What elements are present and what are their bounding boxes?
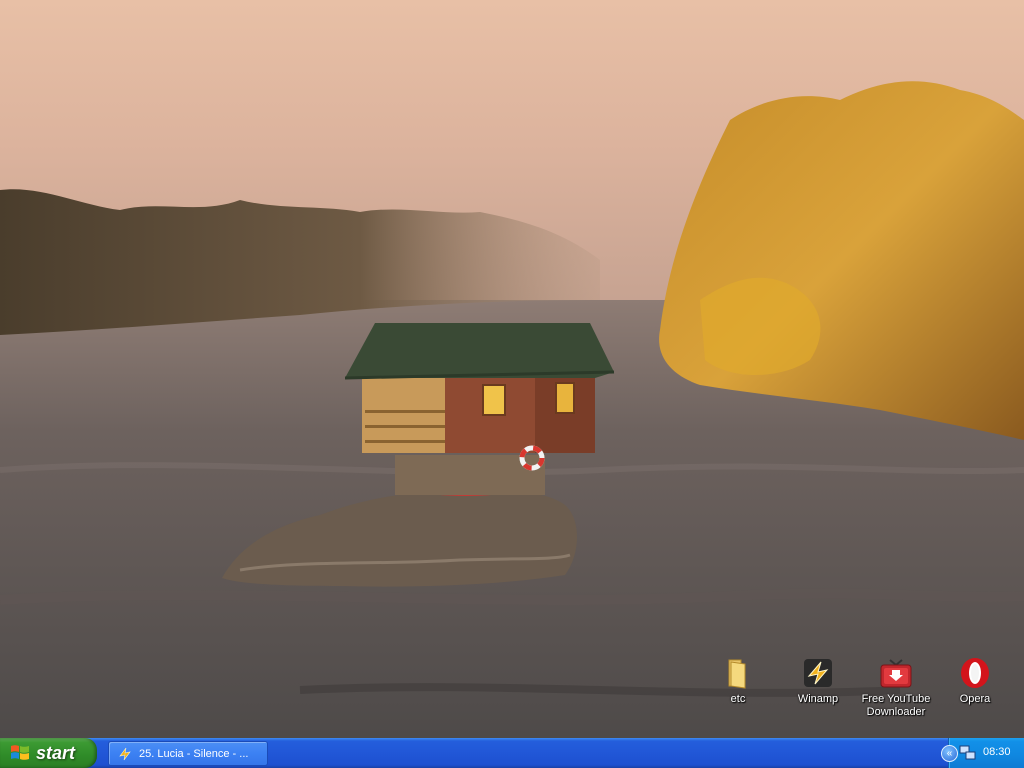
show-hidden-icons-button[interactable]: « bbox=[941, 745, 958, 762]
youtube-downloader-icon bbox=[879, 656, 913, 690]
desktop-icon-etc[interactable]: etc bbox=[698, 656, 778, 706]
desktop-icon-label: Winamp bbox=[797, 693, 839, 705]
desktop-icon-label: Opera bbox=[959, 693, 991, 705]
winamp-icon bbox=[119, 747, 131, 760]
opera-icon bbox=[958, 656, 992, 690]
desktop-icon-label: Free YouTube Downloader bbox=[861, 693, 931, 718]
windows-logo-icon bbox=[11, 745, 29, 760]
start-button[interactable]: start bbox=[0, 738, 97, 768]
wallpaper-image bbox=[0, 0, 1024, 738]
clock[interactable]: 08:30 bbox=[983, 746, 1011, 758]
network-icon[interactable] bbox=[959, 745, 977, 761]
desktop-icon-winamp[interactable]: Winamp bbox=[778, 656, 858, 706]
winamp-icon bbox=[801, 656, 835, 690]
desktop: etc Winamp Free YouTube Downloader Opera bbox=[0, 0, 1024, 738]
taskbar: start 25. Lucia - Silence - ... « 08:30 bbox=[0, 738, 1024, 768]
start-label: start bbox=[36, 742, 76, 763]
folder-icon bbox=[721, 656, 755, 690]
desktop-icon-free-youtube-downloader[interactable]: Free YouTube Downloader bbox=[856, 656, 936, 719]
desktop-icon-opera[interactable]: Opera bbox=[935, 656, 1015, 706]
taskbar-window-button[interactable]: 25. Lucia - Silence - ... bbox=[108, 741, 268, 766]
taskbar-window-label: 25. Lucia - Silence - ... bbox=[139, 747, 249, 760]
system-tray: « 08:30 bbox=[941, 738, 1024, 768]
desktop-icon-label: etc bbox=[730, 693, 746, 705]
